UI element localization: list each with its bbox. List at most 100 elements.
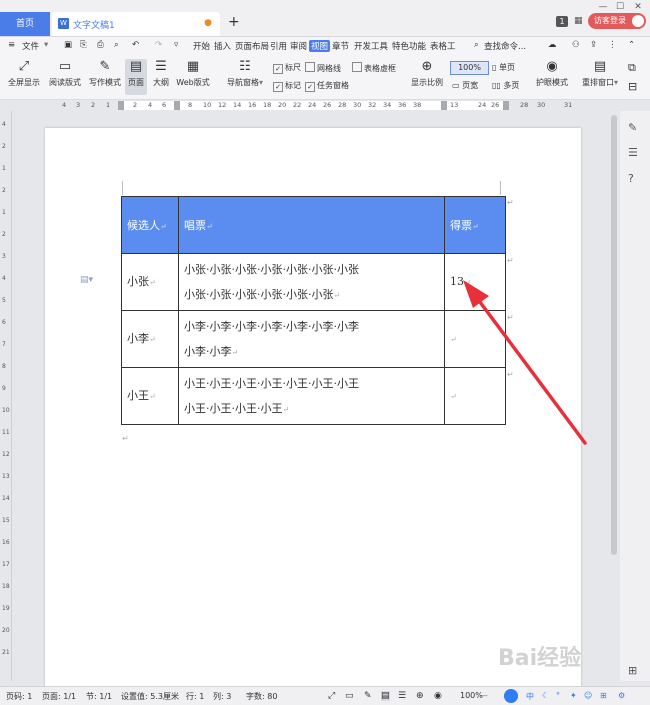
header-votes[interactable]: 得票↵ (444, 196, 506, 254)
table-gridline-checkbox[interactable]: 表格虚框 (352, 62, 396, 74)
page-width-button[interactable]: ▭ 页宽 (452, 80, 478, 91)
paragraph-layout-icon[interactable]: ▤▾ (80, 275, 93, 285)
print-icon[interactable]: ⎙ (97, 40, 104, 50)
cloud-icon[interactable]: ☁ (548, 40, 557, 50)
collapse-ribbon-icon[interactable]: ⌃ (628, 40, 635, 50)
tools-icon[interactable]: ✦ (570, 691, 577, 700)
writing-mode-button[interactable]: ✎ 写作模式 (88, 59, 122, 88)
moon-icon[interactable]: ☾ (542, 691, 549, 700)
vertical-scrollbar[interactable] (609, 111, 619, 681)
eye-mode-button[interactable]: ◉ 护眼模式 (534, 59, 570, 88)
zoom-ratio-button[interactable]: ⊕ 显示比例 (409, 59, 445, 88)
page-view-button[interactable]: ▤ 页面 (125, 59, 147, 95)
web-icon[interactable]: ⊕ (416, 691, 424, 701)
punctuation-icon[interactable]: ° (556, 691, 560, 700)
right-margin-marker[interactable] (503, 101, 509, 110)
pen-icon[interactable]: ✎ (364, 691, 372, 701)
horizontal-ruler[interactable]: 4 3 2 1 2 4 6 8 10 12 14 16 18 20 22 24 … (0, 100, 608, 111)
header-ballot[interactable]: 唱票↵ (178, 196, 445, 254)
more-options-icon[interactable]: ⋮ (608, 40, 617, 50)
single-page-button[interactable]: ▯ 单页 (492, 62, 515, 73)
sliders-icon[interactable]: ☰ (628, 146, 638, 159)
search-assistant-icon[interactable] (504, 689, 518, 703)
help-icon[interactable]: ? (628, 172, 634, 185)
ruler-tick: 28 (520, 101, 529, 109)
home-tab[interactable]: 首页 (0, 12, 50, 36)
scrollbar-thumb[interactable] (611, 115, 617, 555)
menu-insert[interactable]: 插入 (214, 40, 231, 52)
web-layout-button[interactable]: ▦ Web版式 (175, 59, 211, 88)
window-count-badge[interactable]: 1 (556, 16, 568, 27)
column-marker[interactable] (441, 101, 447, 110)
ime-language[interactable]: 中 (526, 691, 534, 702)
gridline-checkbox[interactable]: 网格线 (305, 62, 341, 74)
visitor-login-button[interactable]: 访客登录 (588, 13, 646, 29)
vote-table[interactable]: 候选人↵ 唱票↵ 得票↵ 小张↵ 小张·小张·小张·小张·小张·小张·小张 小张·… (121, 196, 506, 425)
chevron-down-icon[interactable]: ▾ (44, 40, 48, 50)
column-marker[interactable] (174, 101, 180, 110)
save-icon[interactable]: ▣ (64, 40, 72, 50)
header-candidate[interactable]: 候选人↵ (121, 196, 179, 254)
multi-page-icon: ▯▯ (492, 81, 504, 90)
rearrange-window-button[interactable]: ▤ 重排窗口▾ (580, 59, 620, 88)
share-icon[interactable]: ⇪ (590, 40, 597, 50)
menu-chapter[interactable]: 章节 (332, 40, 349, 52)
candidate-cell[interactable]: 小王↵ (121, 367, 179, 425)
outline-button[interactable]: ☰ 大纲 (150, 59, 172, 88)
menu-developer[interactable]: 开发工具 (354, 40, 388, 52)
status-page-num[interactable]: 页码: 1 (6, 691, 32, 702)
menu-view[interactable]: 视图 (309, 40, 331, 52)
search-command-input[interactable]: 查找命令... (484, 40, 526, 52)
candidate-cell[interactable]: 小李↵ (121, 310, 179, 368)
candidate-cell[interactable]: 小张↵ (121, 253, 179, 311)
layout-icon[interactable]: ▦ (574, 16, 583, 26)
menu-features[interactable]: 特色功能 (392, 40, 426, 52)
redo-icon[interactable]: ↷ (155, 40, 162, 50)
eye-icon[interactable]: ◉ (434, 691, 442, 701)
reading-layout-button[interactable]: ▭ 阅读版式 (48, 59, 82, 88)
fullscreen-icon[interactable]: ⤢ (328, 691, 335, 701)
menu-review[interactable]: 审阅 (290, 40, 307, 52)
new-window-icon[interactable]: ⧉ (628, 61, 636, 75)
fullscreen-button[interactable]: ⤢ 全屏显示 (6, 59, 42, 88)
ballot-cell[interactable]: 小王·小王·小王·小王·小王·小王·小王 小王·小王·小王·小王↵ (178, 367, 445, 425)
menu-table-tools[interactable]: 表格工 (430, 40, 456, 52)
pen-icon[interactable]: ✎ (628, 121, 637, 134)
mark-checkbox[interactable]: ✓ 标记 (273, 80, 301, 92)
status-words[interactable]: 字数: 80 (246, 691, 277, 702)
settings-icon[interactable]: ⚙ (618, 691, 625, 700)
ballot-cell[interactable]: 小张·小张·小张·小张·小张·小张·小张 小张·小张·小张·小张·小张·小张↵ (178, 253, 445, 311)
zoom-100-button[interactable]: 100% (450, 61, 489, 75)
preview-icon[interactable]: ⌕ (114, 40, 119, 50)
menu-references[interactable]: 引用 (270, 40, 287, 52)
status-pages[interactable]: 页面: 1/1 (42, 691, 76, 702)
zoom-out-icon[interactable]: — (480, 691, 488, 700)
multi-page-button[interactable]: ▯▯ 多页 (492, 80, 519, 91)
vertical-ruler[interactable]: 4 2 1 2 1 2 3 4 5 6 7 8 9 10 11 12 13 14 15 16 17 18 19 20 21 (0, 111, 12, 681)
page-icon[interactable]: ▤ (381, 691, 390, 701)
more-icon[interactable]: ▿ (174, 40, 178, 50)
task-pane-checkbox[interactable]: ✓ 任务窗格 (305, 80, 349, 92)
nav-pane-button[interactable]: ☷ 导航窗格▾ (222, 59, 268, 88)
left-margin-marker[interactable] (118, 101, 124, 110)
split-window-icon[interactable]: ⊟ (628, 80, 637, 93)
new-tab-button[interactable]: + (228, 14, 240, 30)
undo-icon[interactable]: ↶ (132, 40, 139, 50)
book-icon[interactable]: ▭ (345, 691, 354, 701)
menu-start[interactable]: 开始 (193, 40, 210, 52)
menu-file[interactable]: 文件 (22, 40, 39, 52)
ballot-cell[interactable]: 小李·小李·小李·小李·小李·小李·小李 小李·小李↵ (178, 310, 445, 368)
apps-icon[interactable]: ⊞ (600, 691, 607, 700)
emoji-icon[interactable]: ☺ (584, 691, 592, 700)
outline-icon[interactable]: ☰ (398, 691, 406, 701)
ruler-checkbox[interactable]: ✓ 标尺 (273, 62, 301, 74)
document-tab[interactable]: W 文字文稿1 ● (52, 12, 220, 36)
ruler-label: 标尺 (285, 63, 301, 72)
menu-page-layout[interactable]: 页面布局 (235, 40, 269, 52)
hamburger-icon[interactable]: ≡ (8, 40, 15, 50)
export-icon[interactable]: ⎘ (80, 40, 87, 50)
zoom-100-label: 100% (458, 63, 481, 72)
ruler-tick: 30 (537, 101, 546, 109)
apps-grid-icon[interactable]: ⊞ (628, 664, 637, 677)
cooperation-icon[interactable]: ⚇ (572, 40, 580, 50)
